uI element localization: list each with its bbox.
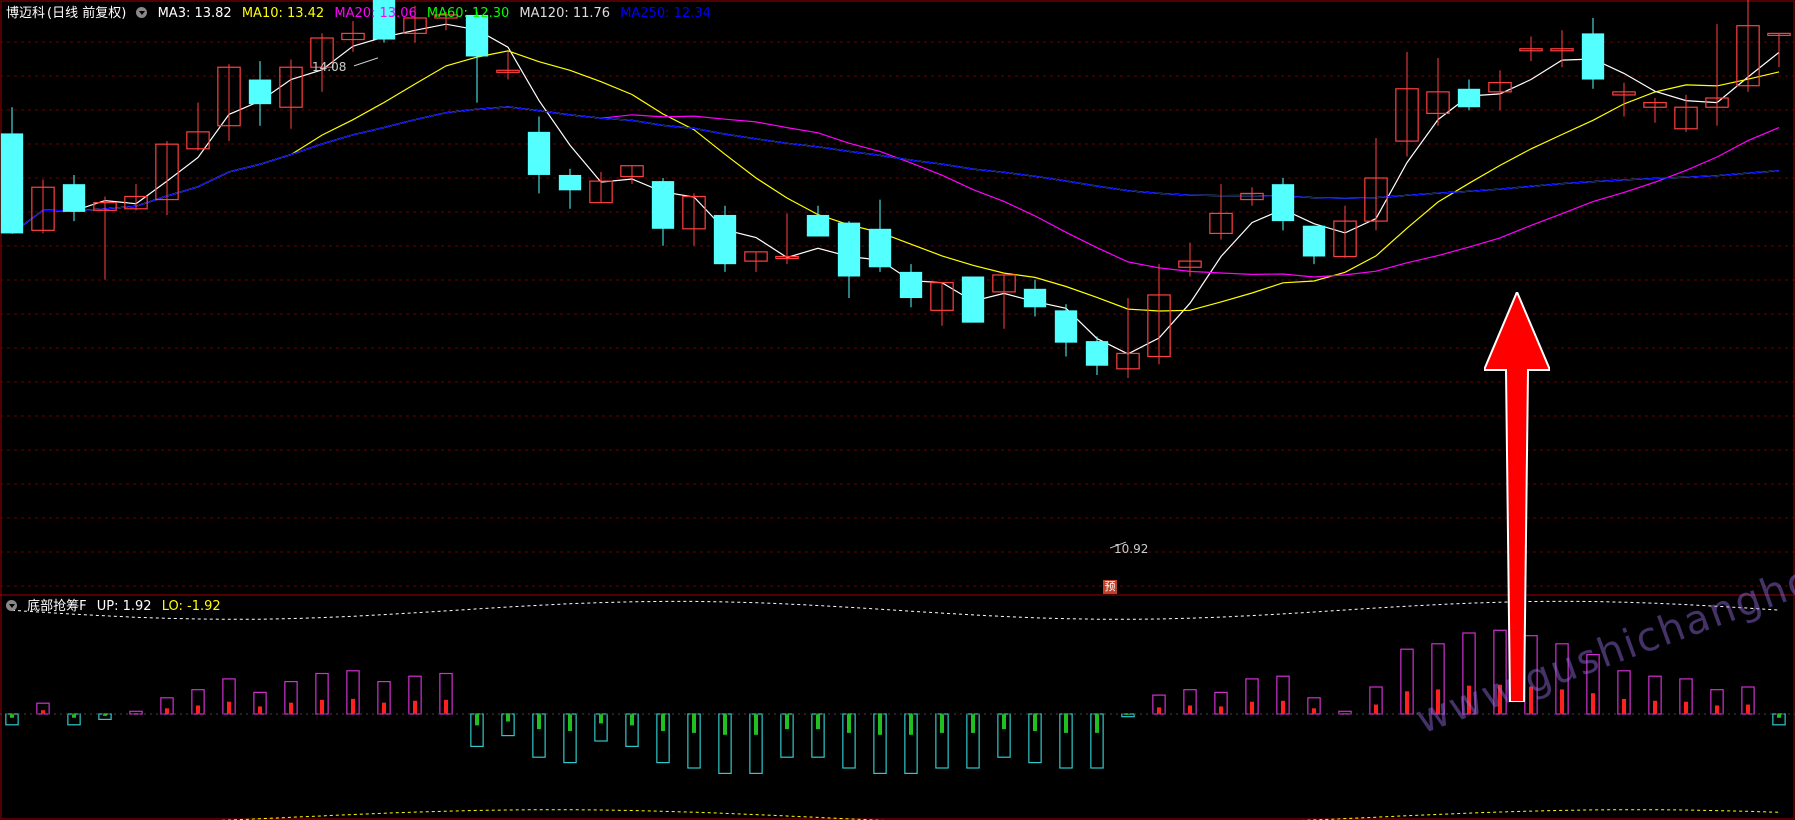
low-label: 10.92 [1114, 542, 1148, 556]
candle-body-down [1054, 310, 1078, 343]
indicator-inner-red [289, 702, 293, 714]
indicator-inner-green [537, 714, 541, 730]
ma120-line [11, 106, 1780, 234]
ma3-label: MA3: 13.82 [157, 6, 232, 21]
indicator-inner-green [568, 714, 572, 732]
candle-body-down [713, 214, 737, 265]
indicator-inner-red [320, 699, 324, 714]
candle-body-down [868, 228, 892, 268]
ma20-label: MA20: 13.06 [334, 6, 417, 21]
indicator-inner-green [475, 714, 479, 726]
stock-name: 博迈科 [6, 6, 46, 21]
candle-body-down [62, 184, 86, 212]
red-arrow-icon [1484, 292, 1550, 702]
candle-body-down [806, 214, 830, 237]
period-label: (日线 前复权) [47, 6, 127, 21]
indicator-inner-green [630, 714, 634, 726]
indicator-inner-red [1746, 704, 1750, 714]
indicator-inner-green [909, 714, 913, 735]
indicator-inner-green [1777, 714, 1781, 718]
candle-body-down [0, 133, 24, 234]
ma120-label: MA120: 11.76 [519, 6, 611, 21]
candle-body-down [527, 131, 551, 175]
candle-body-down [1271, 184, 1295, 222]
ma60-label: MA60: 12.30 [426, 6, 510, 21]
candle-body-down [899, 271, 923, 299]
indicator-toggle-icon[interactable] [6, 600, 17, 611]
indicator-inner-green [506, 714, 510, 722]
candle-body-down [961, 276, 985, 323]
indicator-inner-red [1157, 707, 1161, 714]
indicator-inner-red [1374, 704, 1378, 714]
candle-body-down [1457, 88, 1481, 108]
indicator-inner-green [599, 714, 603, 724]
indicator-inner-red [382, 702, 386, 714]
indicator-inner-red [1405, 691, 1409, 714]
indicator-inner-red [196, 705, 200, 714]
candle-body-down [1023, 288, 1047, 308]
indicator-legend: 底部抢筹F UP: 1.92 LO: -1.92 [6, 595, 227, 614]
ma10-label: MA10: 13.42 [241, 6, 325, 21]
indicator-inner-green [847, 714, 851, 733]
indicator-inner-red [134, 713, 138, 714]
indicator-inner-green [940, 714, 944, 733]
indicator-inner-red [227, 701, 231, 714]
candle-body-down [465, 14, 489, 57]
indicator-inner-green [1033, 714, 1037, 732]
indicator-inner-red [1312, 708, 1316, 714]
indicator-lo-label: LO: -1.92 [161, 599, 221, 614]
indicator-inner-red [1219, 706, 1223, 714]
indicator-inner-green [878, 714, 882, 735]
indicator-inner-red [1188, 705, 1192, 714]
indicator-inner-red [1684, 701, 1688, 714]
indicator-inner-red [1281, 700, 1285, 714]
indicator-inner-green [692, 714, 696, 733]
ma20-line [11, 106, 1780, 278]
indicator-inner-red [165, 708, 169, 714]
candle-body-down [651, 181, 675, 229]
candle-body-down [558, 174, 582, 191]
indicator-inner-green [1064, 714, 1068, 733]
indicator-inner-red [1622, 698, 1626, 714]
indicator-inner-green [1002, 714, 1006, 730]
candle-body-down [1581, 33, 1605, 80]
ma250-line [11, 106, 1780, 234]
indicator-inner-green [661, 714, 665, 732]
indicator-inner-red [1715, 705, 1719, 714]
indicator-name: 底部抢筹F [27, 599, 87, 614]
legend-toggle-icon[interactable] [136, 7, 148, 18]
indicator-inner-red [1653, 700, 1657, 714]
candle-body-down [1085, 341, 1109, 366]
indicator-inner-red [351, 698, 355, 714]
high-pointer [353, 57, 379, 67]
indicator-up-label: UP: 1.92 [96, 599, 152, 614]
indicator-lo-line [220, 809, 1780, 820]
indicator-inner-green [72, 714, 76, 718]
candle-body-down [837, 222, 861, 277]
indicator-inner-green [10, 714, 14, 718]
ma60-line [11, 106, 1780, 234]
candle-body-down [1302, 225, 1326, 257]
indicator-inner-red [258, 706, 262, 714]
indicator-inner-green [816, 714, 820, 730]
indicator-inner-red [413, 700, 417, 714]
indicator-inner-green [785, 714, 789, 730]
indicator-inner-red [444, 699, 448, 714]
indicator-inner-green [723, 714, 727, 735]
indicator-inner-green [754, 714, 758, 735]
forecast-marker: 预 [1103, 580, 1117, 594]
indicator-inner-red [1591, 693, 1595, 714]
candle-body-down [248, 79, 272, 105]
indicator-inner-green [971, 714, 975, 733]
main-chart-legend: 博迈科 (日线 前复权) MA3: 13.82 MA10: 13.42 MA20:… [6, 2, 717, 21]
high-label: 14.08 [312, 60, 346, 74]
indicator-inner-red [41, 710, 45, 714]
indicator-inner-red [1250, 701, 1254, 714]
ma250-label: MA250: 12.34 [620, 6, 711, 21]
indicator-inner-green [1095, 714, 1099, 733]
